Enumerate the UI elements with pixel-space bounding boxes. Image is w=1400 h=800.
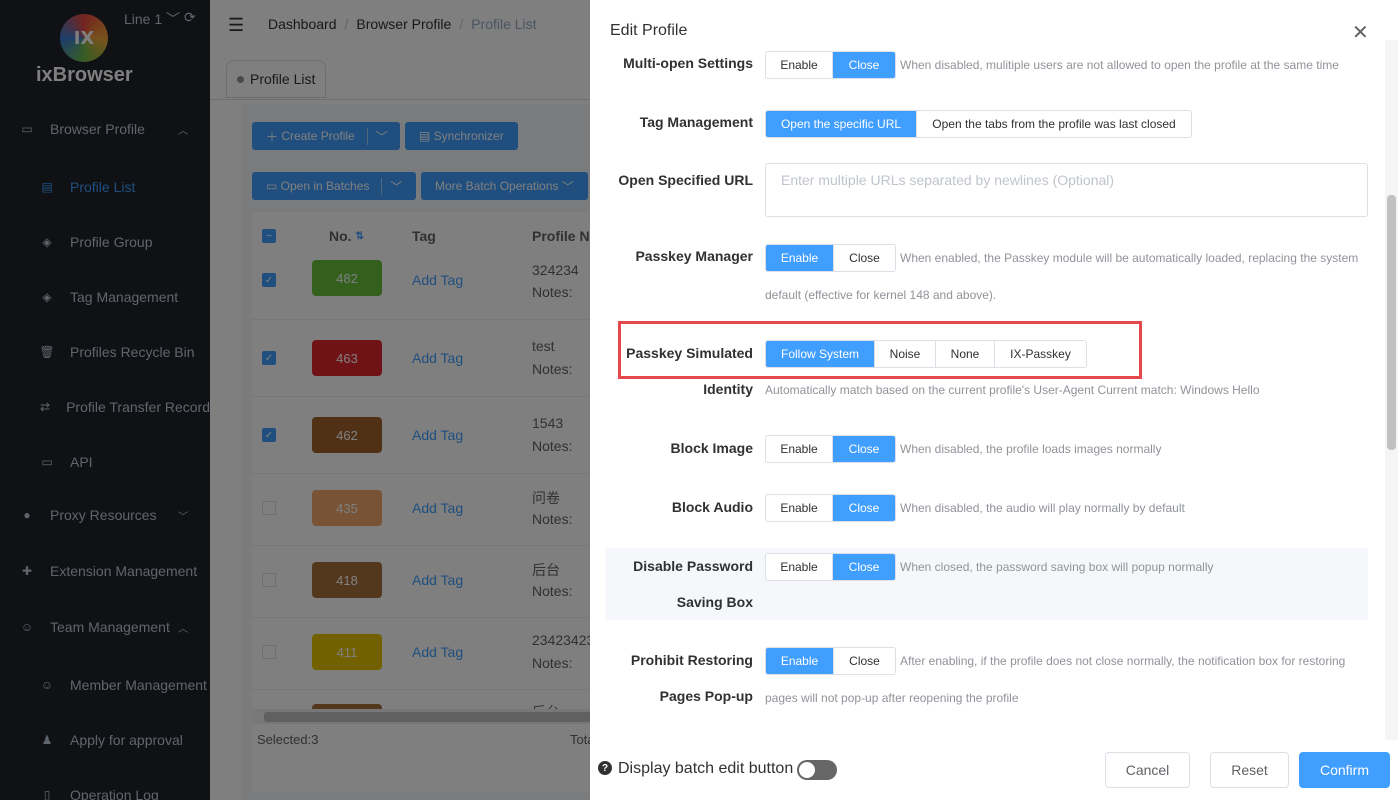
disable-password-enable-option[interactable]: Enable — [766, 554, 833, 580]
passkey-ix-passkey-option[interactable]: IX-Passkey — [995, 341, 1086, 367]
switch-knob — [799, 762, 815, 778]
block-image-label: Block Image — [670, 440, 753, 456]
prohibit-restoring-toggle: Enable Close — [765, 647, 896, 675]
passkey-none-option[interactable]: None — [936, 341, 995, 367]
passkey-noise-option[interactable]: Noise — [875, 341, 936, 367]
disable-password-label: Disable Password — [633, 558, 753, 574]
tag-management-toggle: Open the specific URL Open the tabs from… — [765, 110, 1192, 138]
block-image-enable-option[interactable]: Enable — [766, 436, 833, 462]
passkey-manager-close-option[interactable]: Close — [834, 245, 895, 271]
passkey-simulated-selector: Follow System Noise None IX-Passkey — [765, 340, 1087, 368]
passkey-manager-label: Passkey Manager — [635, 248, 753, 264]
scrollbar-thumb[interactable] — [1387, 195, 1396, 450]
passkey-manager-toggle: Enable Close — [765, 244, 896, 272]
tag-management-label: Tag Management — [639, 114, 753, 130]
passkey-manager-enable-option[interactable]: Enable — [766, 245, 834, 271]
edit-profile-drawer: Edit Profile ✕ Multi-open Settings Enabl… — [590, 0, 1400, 800]
block-image-hint: When disabled, the profile loads images … — [900, 442, 1162, 456]
block-audio-enable-option[interactable]: Enable — [766, 495, 833, 521]
block-audio-label: Block Audio — [671, 499, 753, 515]
confirm-button[interactable]: Confirm — [1299, 752, 1390, 788]
block-image-toggle: Enable Close — [765, 435, 896, 463]
block-audio-hint: When disabled, the audio will play norma… — [900, 501, 1185, 515]
prohibit-restoring-hint: After enabling, if the profile does not … — [900, 654, 1346, 668]
prohibit-restoring-enable-option[interactable]: Enable — [766, 648, 834, 674]
multi-open-toggle: Enable Close — [765, 51, 896, 79]
question-icon[interactable]: ? — [598, 761, 612, 775]
drawer-footer: ? Display batch edit button Cancel Reset… — [590, 740, 1400, 800]
prohibit-restoring-label-2: Pages Pop-up — [659, 688, 753, 704]
multi-open-hint: When disabled, mulitiple users are not a… — [900, 58, 1339, 72]
prohibit-restoring-hint-2: pages will not pop-up after reopening th… — [765, 691, 1019, 705]
passkey-simulated-hint: Automatically match based on the current… — [765, 383, 1260, 397]
open-url-label: Open Specified URL — [618, 172, 753, 188]
multi-open-enable-option[interactable]: Enable — [766, 52, 833, 78]
passkey-manager-hint-2: default (effective for kernel 148 and ab… — [765, 288, 997, 302]
open-url-textarea[interactable]: Enter multiple URLs separated by newline… — [765, 163, 1368, 217]
disable-password-toggle: Enable Close — [765, 553, 896, 581]
disable-password-close-option[interactable]: Close — [833, 554, 895, 580]
drawer-title: Edit Profile — [610, 22, 688, 39]
multi-open-close-option[interactable]: Close — [833, 52, 895, 78]
passkey-follow-system-option[interactable]: Follow System — [766, 341, 875, 367]
disable-password-label-2: Saving Box — [676, 594, 753, 610]
passkey-simulated-label: Passkey Simulated — [626, 345, 753, 361]
reset-button[interactable]: Reset — [1210, 752, 1289, 788]
tag-open-last-tabs-option[interactable]: Open the tabs from the profile was last … — [917, 111, 1191, 137]
close-icon[interactable]: ✕ — [1352, 20, 1369, 45]
prohibit-restoring-close-option[interactable]: Close — [834, 648, 895, 674]
tag-open-specific-url-option[interactable]: Open the specific URL — [766, 111, 917, 137]
prohibit-restoring-label: Prohibit Restoring — [630, 652, 753, 668]
passkey-simulated-label-2: Identity — [703, 381, 753, 397]
batch-edit-label: Display batch edit button — [618, 760, 794, 777]
cancel-button[interactable]: Cancel — [1105, 752, 1190, 788]
batch-edit-switch[interactable] — [797, 760, 837, 780]
multi-open-label: Multi-open Settings — [623, 55, 753, 71]
passkey-manager-hint: When enabled, the Passkey module will be… — [900, 251, 1359, 265]
block-audio-toggle: Enable Close — [765, 494, 896, 522]
block-audio-close-option[interactable]: Close — [833, 495, 895, 521]
disable-password-hint: When closed, the password saving box wil… — [900, 560, 1214, 574]
block-image-close-option[interactable]: Close — [833, 436, 895, 462]
